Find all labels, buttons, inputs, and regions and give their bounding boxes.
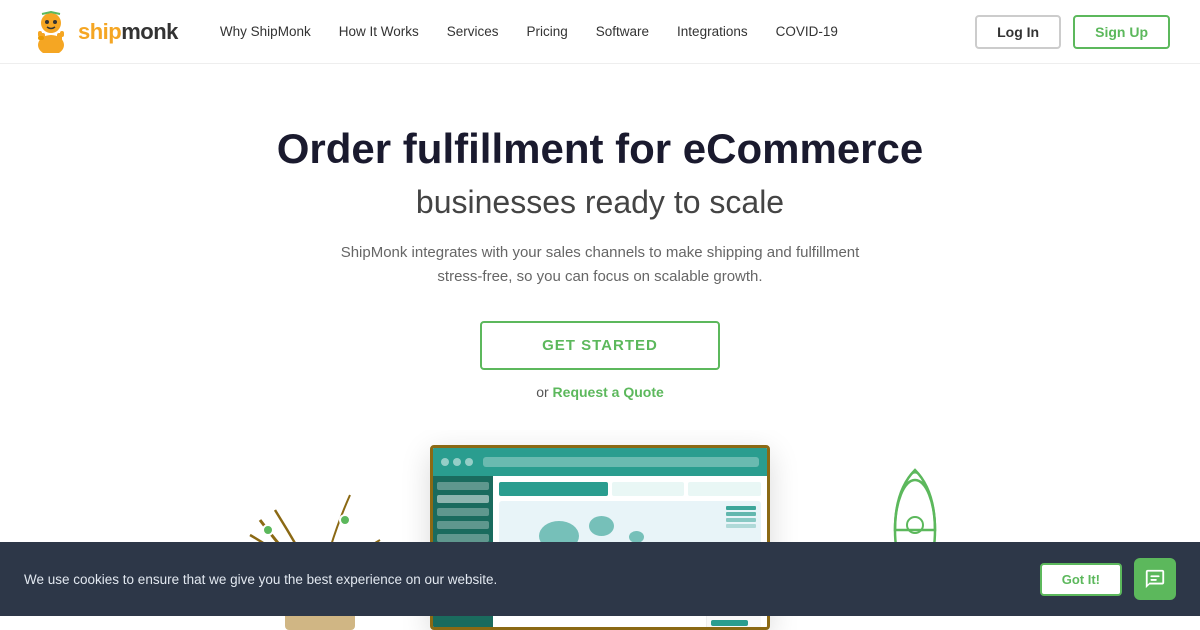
nav-software[interactable]: Software — [584, 16, 661, 47]
nav-covid[interactable]: COVID-19 — [764, 16, 850, 47]
nav-integrations[interactable]: Integrations — [665, 16, 760, 47]
hero-quote: or Request a Quote — [20, 384, 1180, 400]
login-button[interactable]: Log In — [975, 15, 1061, 49]
chat-icon — [1144, 568, 1166, 590]
cookie-message: We use cookies to ensure that we give yo… — [24, 572, 497, 587]
nav-actions: Log In Sign Up — [975, 15, 1170, 49]
request-quote-link[interactable]: Request a Quote — [553, 384, 664, 400]
hero-subtitle: businesses ready to scale — [20, 184, 1180, 221]
chat-button[interactable] — [1134, 558, 1176, 600]
logo-icon — [30, 11, 72, 53]
nav-why-shipmonk[interactable]: Why ShipMonk — [208, 16, 323, 47]
hero-title: Order fulfillment for eCommerce — [20, 124, 1180, 174]
cookie-banner: We use cookies to ensure that we give yo… — [0, 542, 1200, 616]
db-top-bar — [433, 448, 767, 476]
navbar: shipmonk Why ShipMonk How It Works Servi… — [0, 0, 1200, 64]
cookie-actions: Got It! — [1040, 558, 1176, 600]
nav-links: Why ShipMonk How It Works Services Prici… — [208, 16, 975, 47]
logo[interactable]: shipmonk — [30, 11, 178, 53]
logo-text: shipmonk — [78, 19, 178, 45]
signup-button[interactable]: Sign Up — [1073, 15, 1170, 49]
hero-description: ShipMonk integrates with your sales chan… — [340, 241, 860, 289]
nav-services[interactable]: Services — [435, 16, 511, 47]
got-it-button[interactable]: Got It! — [1040, 563, 1122, 596]
nav-pricing[interactable]: Pricing — [515, 16, 580, 47]
get-started-button[interactable]: GET STARTED — [480, 321, 720, 370]
nav-how-it-works[interactable]: How It Works — [327, 16, 431, 47]
